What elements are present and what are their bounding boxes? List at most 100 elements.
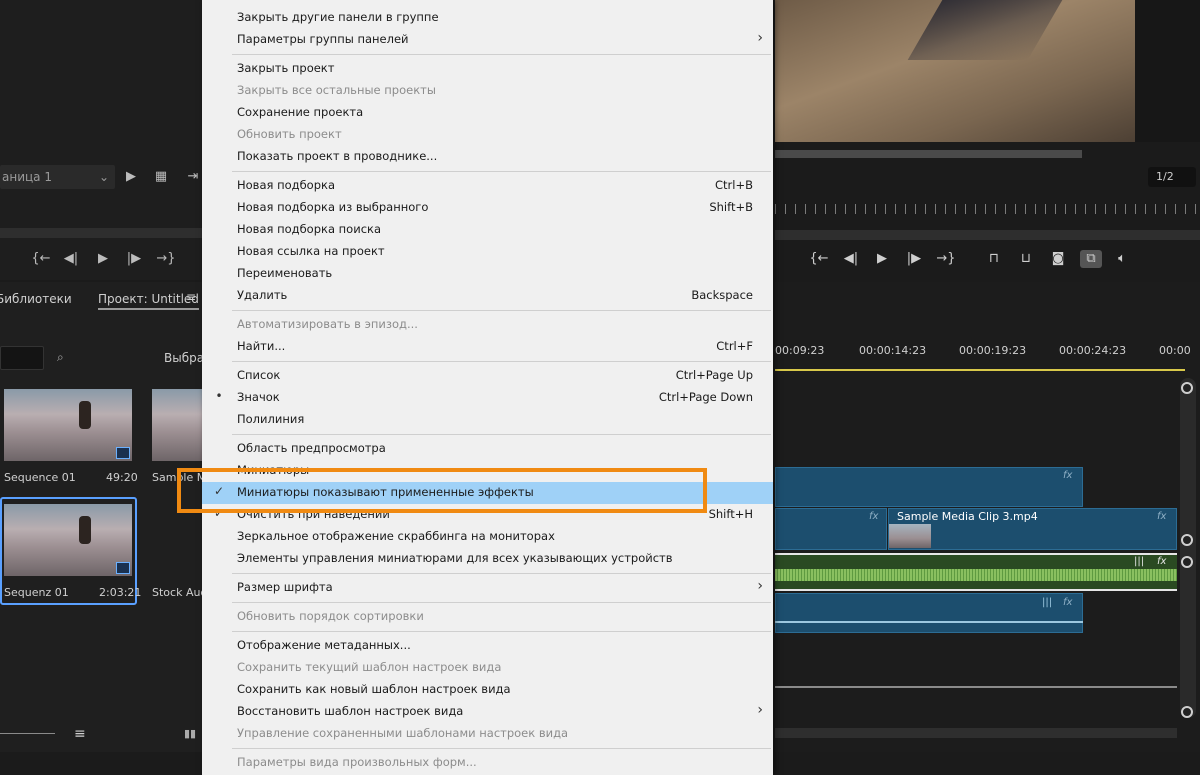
waveform-icon: ||| xyxy=(1134,556,1145,567)
step-forward-icon[interactable]: |▶ xyxy=(903,250,925,268)
comparison-view-icon[interactable]: ⧉ xyxy=(1080,250,1102,268)
menu-item-close-all-other-projects: Закрыть все остальные проекты xyxy=(202,80,773,102)
menu-item-find[interactable]: Найти... Ctrl+F xyxy=(202,336,773,358)
menu-item-rename[interactable]: Переименовать xyxy=(202,263,773,285)
menu-item-save-project[interactable]: Сохранение проекта xyxy=(202,102,773,124)
menu-item-delete[interactable]: Удалить Backspace xyxy=(202,285,773,307)
audio-clip[interactable] xyxy=(775,553,1177,591)
clip-thumbnail xyxy=(889,524,931,548)
video-clip[interactable] xyxy=(775,467,1083,507)
menu-item-metadata-display[interactable]: Отображение метаданных... xyxy=(202,635,773,657)
menu-item-restore-view-preset[interactable]: Восстановить шаблон настроек вида › xyxy=(202,701,773,723)
menu-item-manage-view-presets: Управление сохраненными шаблонами настро… xyxy=(202,723,773,745)
menu-separator xyxy=(232,361,771,362)
sequence-thumbnail[interactable] xyxy=(4,504,132,576)
chevron-down-icon: ⌄ xyxy=(98,170,109,184)
annotation-highlight-box xyxy=(177,468,707,513)
scroll-knob[interactable] xyxy=(1181,382,1193,394)
menu-item-label: Автоматизировать в эпизод... xyxy=(237,317,418,331)
menu-item-new-project-shortcut[interactable]: Новая ссылка на проект xyxy=(202,241,773,263)
menu-item-label: Закрыть все остальные проекты xyxy=(237,83,436,97)
freeform-view-icon[interactable]: ▮▮ xyxy=(184,727,196,740)
search-bin-icon[interactable]: ⌕ xyxy=(57,350,64,365)
menu-item-close-other-panels[interactable]: Закрыть другие панели в группе xyxy=(202,7,773,29)
play-small-icon[interactable]: ▶ xyxy=(120,168,142,186)
timecode-label: 00:00 xyxy=(1159,344,1191,357)
menu-item-panel-group-settings[interactable]: Параметры группы панелей › xyxy=(202,29,773,51)
tab-libraries[interactable]: Библиотеки xyxy=(0,292,72,306)
submenu-arrow-icon: › xyxy=(757,578,763,594)
play-icon[interactable]: ▶ xyxy=(871,250,893,268)
timeline-vertical-scrollbar[interactable] xyxy=(1180,378,1196,718)
item-name: Sequence 01 xyxy=(4,471,76,484)
page-dropdown[interactable]: аница 1 ⌄ xyxy=(0,165,115,189)
program-scroll-bar[interactable] xyxy=(775,150,1082,158)
menu-separator xyxy=(232,631,771,632)
program-bar[interactable] xyxy=(775,230,1200,240)
clip-name: Sample Media Clip 3.mp4 xyxy=(897,510,1038,523)
menu-item-label: Сохранить текущий шаблон настроек вида xyxy=(237,660,502,674)
menu-item-refresh-project: Обновить проект xyxy=(202,124,773,146)
time-ruler[interactable] xyxy=(775,204,1200,214)
work-area-bar[interactable] xyxy=(775,369,1185,371)
mark-in-icon[interactable]: {← xyxy=(808,250,830,268)
menu-item-label: Новая ссылка на проект xyxy=(237,244,385,258)
menu-item-label: Отображение метаданных... xyxy=(237,638,411,652)
scroll-knob[interactable] xyxy=(1181,706,1193,718)
project-search-input[interactable] xyxy=(0,346,44,370)
menu-item-freeform-view[interactable]: Полилиния xyxy=(202,409,773,431)
camera-icon[interactable]: ◙ xyxy=(1047,250,1069,268)
timeline-horizontal-scrollbar[interactable] xyxy=(775,728,1177,738)
menu-separator xyxy=(232,434,771,435)
extract-icon[interactable]: ⊔ xyxy=(1015,250,1037,268)
menu-item-close-project[interactable]: Закрыть проект xyxy=(202,58,773,80)
sort-icon[interactable]: ≡ xyxy=(74,726,86,742)
mark-out-icon[interactable]: →} xyxy=(935,250,957,268)
menu-item-shortcut: Shift+B xyxy=(709,200,753,214)
resolution-dropdown[interactable]: 1/2 xyxy=(1148,167,1196,187)
tab-project[interactable]: Проект: Untitled xyxy=(98,292,199,310)
menu-item-shortcut: Ctrl+F xyxy=(716,339,753,353)
lift-icon[interactable]: ⊓ xyxy=(983,250,1005,268)
scroll-knob[interactable] xyxy=(1181,534,1193,546)
mark-out-icon[interactable]: →} xyxy=(155,250,177,268)
menu-separator xyxy=(232,748,771,749)
menu-item-new-bin[interactable]: Новая подборка Ctrl+B xyxy=(202,175,773,197)
menu-item-label: Закрыть другие панели в группе xyxy=(237,10,439,24)
step-back-icon[interactable]: ◀| xyxy=(60,250,82,268)
menu-separator xyxy=(232,54,771,55)
menu-item-save-new-view-preset[interactable]: Сохранить как новый шаблон настроек вида xyxy=(202,679,773,701)
menu-item-reveal-in-explorer[interactable]: Показать проект в проводнике... xyxy=(202,146,773,168)
menu-item-label: Обновить порядок сортировки xyxy=(237,609,424,623)
play-icon[interactable]: ▶ xyxy=(92,250,114,268)
menu-item-label: Показать проект в проводнике... xyxy=(237,149,438,163)
timecode-label: 00:00:19:23 xyxy=(959,344,1027,357)
sequence-thumbnail[interactable] xyxy=(4,389,132,461)
zoom-slider[interactable] xyxy=(0,733,55,734)
insert-icon[interactable]: ⇥ xyxy=(182,168,204,186)
step-back-icon[interactable]: ◀| xyxy=(840,250,862,268)
menu-item-list-view[interactable]: Список Ctrl+Page Up xyxy=(202,365,773,387)
scroll-knob[interactable] xyxy=(1181,556,1193,568)
fx-badge: fx xyxy=(1063,597,1073,608)
menu-item-new-bin-from-selection[interactable]: Новая подборка из выбранного Shift+B xyxy=(202,197,773,219)
menu-item-thumbnail-controls[interactable]: Элементы управления миниатюрами для всех… xyxy=(202,548,773,570)
source-monitor-panel xyxy=(0,0,205,280)
fx-badge: fx xyxy=(1157,511,1167,522)
step-forward-icon[interactable]: |▶ xyxy=(123,250,145,268)
menu-item-mirror-scrubbing[interactable]: Зеркальное отображение скраббинга на мон… xyxy=(202,526,773,548)
film-icon[interactable]: ▦ xyxy=(150,168,172,186)
speaker-icon[interactable]: 🔈︎ xyxy=(1111,250,1133,268)
menu-item-label: Параметры группы панелей xyxy=(237,32,409,46)
menu-item-label: Сохранение проекта xyxy=(237,105,364,119)
menu-item-icon-view[interactable]: • Значок Ctrl+Page Down xyxy=(202,387,773,409)
source-scroll-bar[interactable] xyxy=(0,228,205,238)
audio-clip[interactable] xyxy=(775,593,1083,633)
panel-menu-icon[interactable]: ≡ xyxy=(186,290,196,304)
item-name: Sequenz 01 xyxy=(4,586,69,599)
menu-item-shortcut: Backspace xyxy=(691,288,753,302)
menu-item-preview-area[interactable]: Область предпросмотра xyxy=(202,438,773,460)
menu-item-new-search-bin[interactable]: Новая подборка поиска xyxy=(202,219,773,241)
mark-in-icon[interactable]: {← xyxy=(30,250,52,268)
menu-item-font-size[interactable]: Размер шрифта › xyxy=(202,577,773,599)
